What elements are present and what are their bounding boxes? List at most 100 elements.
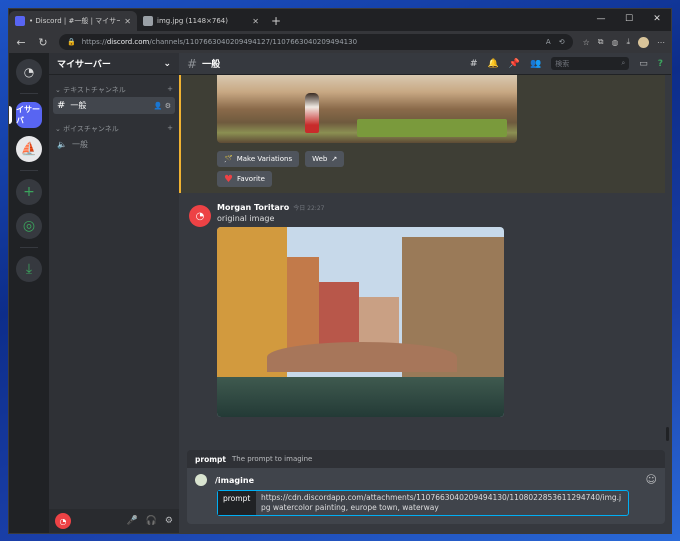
- copilot-icon[interactable]: ◍: [611, 38, 618, 47]
- tab-title: img.jpg (1148×764): [157, 17, 228, 25]
- channel-item-voice-general[interactable]: 🔈 一般: [53, 136, 175, 153]
- favorites-icon[interactable]: ☆: [583, 38, 590, 47]
- button-label: Make Variations: [236, 155, 293, 163]
- server-separator: [20, 93, 38, 94]
- server-separator: [20, 247, 38, 248]
- make-variations-button[interactable]: 🪄 Make Variations: [217, 151, 300, 167]
- add-channel-icon[interactable]: +: [167, 124, 173, 134]
- server-separator: [20, 170, 38, 171]
- external-link-icon: ↗: [331, 155, 338, 163]
- channel-item-general[interactable]: # 一般 👤 ⚙: [53, 97, 175, 114]
- back-icon[interactable]: ←: [15, 36, 27, 49]
- member-list-icon[interactable]: 👥: [530, 59, 541, 69]
- new-tab-button[interactable]: +: [265, 14, 287, 31]
- prompt-option-field[interactable]: prompt https://cdn.discordapp.com/attach…: [217, 490, 629, 516]
- tab-image[interactable]: img.jpg (1148×764) ✕: [137, 11, 265, 31]
- magic-wand-icon: 🪄: [224, 155, 233, 163]
- settings-gear-icon[interactable]: ⚙: [165, 102, 171, 110]
- more-icon[interactable]: ⋯: [657, 38, 665, 47]
- profile-avatar[interactable]: [638, 36, 649, 48]
- button-label: Favorite: [236, 175, 265, 183]
- message-text: original image: [217, 214, 275, 223]
- selected-pill: [9, 106, 12, 124]
- hash-icon: #: [57, 100, 66, 111]
- channel-sidebar: マイサーバー ⌄ ⌄ テキストチャンネル + # 一般 👤 ⚙ ⌄ ボイスチャン…: [49, 53, 179, 533]
- extension-icon[interactable]: ⟲: [559, 38, 565, 46]
- pin-icon[interactable]: 📌: [509, 59, 520, 69]
- chevron-icon: ⌄: [55, 86, 61, 94]
- prompt-hint-label: prompt: [195, 454, 226, 464]
- web-link-button[interactable]: Web ↗: [305, 151, 345, 167]
- add-channel-icon[interactable]: +: [167, 85, 173, 95]
- button-label: Web: [312, 155, 328, 163]
- add-server-icon[interactable]: +: [16, 179, 42, 205]
- image-detail: [305, 93, 319, 133]
- emoji-icon[interactable]: ☺: [646, 473, 657, 486]
- inbox-icon[interactable]: ▭: [639, 59, 648, 69]
- message-item: ◔ Morgan Toritaro 今日 22:27 original imag…: [189, 203, 661, 417]
- threads-icon[interactable]: #: [470, 59, 478, 69]
- image-detail: [217, 377, 504, 417]
- image-detail: [267, 342, 457, 372]
- close-tab-icon[interactable]: ✕: [124, 17, 131, 26]
- heart-icon: ♥: [224, 173, 233, 185]
- message-list: 🪄 Make Variations Web ↗ ♥ Favorite ◔ Mor: [179, 75, 671, 533]
- chevron-icon: ⌄: [55, 125, 61, 133]
- bot-avatar: [195, 474, 207, 486]
- channel-title: 一般: [202, 60, 221, 70]
- discord-home-icon[interactable]: ◔: [16, 59, 42, 85]
- close-window-icon[interactable]: ✕: [643, 9, 671, 31]
- image-favicon-icon: [143, 16, 153, 26]
- notification-bell-icon[interactable]: 🔔: [488, 59, 499, 69]
- minimize-icon[interactable]: —: [587, 9, 615, 31]
- search-placeholder: 検索: [555, 59, 570, 68]
- channel-actions: 👤 ⚙: [154, 102, 171, 110]
- collections-icon[interactable]: ⧉: [598, 37, 604, 47]
- discord-app: ◔ イサーバ ⛵ + ◎ ⤓ マイサーバー ⌄ ⌄ テキストチャンネル + # …: [9, 53, 671, 533]
- browser-window: • Discord | #一般 | マイサーバー ✕ img.jpg (1148…: [8, 8, 672, 534]
- download-apps-icon[interactable]: ⤓: [16, 256, 42, 282]
- mute-icon[interactable]: 🎤: [126, 516, 137, 526]
- generated-image-attachment[interactable]: [217, 75, 517, 143]
- text-category[interactable]: ⌄ テキストチャンネル +: [49, 75, 179, 97]
- tab-title: • Discord | #一般 | マイサーバー: [29, 17, 120, 25]
- user-settings-gear-icon[interactable]: ⚙: [165, 516, 173, 526]
- help-icon[interactable]: ?: [658, 59, 663, 69]
- midjourney-server-icon[interactable]: ⛵: [16, 136, 42, 162]
- search-input[interactable]: 検索 ⌕: [551, 57, 630, 70]
- tab-discord[interactable]: • Discord | #一般 | マイサーバー ✕: [9, 11, 137, 31]
- slash-command: /imagine: [195, 474, 254, 486]
- user-panel: ◔ 🎤 🎧 ⚙: [49, 509, 179, 533]
- read-aloud-icon[interactable]: A: [546, 38, 551, 46]
- message-timestamp: 今日 22:27: [293, 205, 325, 212]
- user-controls: 🎤 🎧 ⚙: [126, 516, 173, 526]
- author-avatar[interactable]: ◔: [189, 205, 211, 227]
- option-value-input[interactable]: https://cdn.discordapp.com/attachments/1…: [256, 491, 628, 515]
- lock-icon: 🔒: [67, 38, 76, 46]
- header-icons: # 🔔 📌 👥 検索 ⌕ ▭ ?: [470, 57, 663, 70]
- server-icon[interactable]: イサーバ: [9, 102, 42, 128]
- category-label: テキストチャンネル: [63, 86, 126, 94]
- venice-image-attachment[interactable]: [217, 227, 504, 417]
- close-tab-icon[interactable]: ✕: [252, 17, 259, 26]
- scrollbar[interactable]: [666, 427, 669, 441]
- voice-category[interactable]: ⌄ ボイスチャンネル +: [49, 114, 179, 136]
- message-composer[interactable]: /imagine ☺ prompt https://cdn.discordapp…: [187, 468, 665, 524]
- invite-icon[interactable]: 👤: [154, 102, 163, 110]
- prompt-hint-text: The prompt to imagine: [232, 455, 313, 463]
- channel-label: 一般: [70, 101, 87, 110]
- search-icon: ⌕: [621, 59, 626, 67]
- toolbar-icons: ☆ ⧉ ◍ ⤓ ⋯: [583, 36, 665, 48]
- headphones-icon[interactable]: 🎧: [146, 516, 157, 526]
- server-header[interactable]: マイサーバー ⌄: [49, 53, 179, 75]
- user-avatar[interactable]: ◔: [55, 513, 71, 529]
- reload-icon[interactable]: ↻: [37, 36, 49, 49]
- download-icon[interactable]: ⤓: [626, 37, 630, 47]
- url-actions: A ⟲: [546, 38, 565, 46]
- chat-main: # 一般 # 🔔 📌 👥 検索 ⌕ ▭ ? 🪄 Make Variations …: [179, 53, 671, 533]
- author-name[interactable]: Morgan Toritaro: [217, 203, 289, 212]
- favorite-button[interactable]: ♥ Favorite: [217, 171, 272, 187]
- url-input[interactable]: 🔒 https://discord.com/channels/110766304…: [59, 34, 573, 50]
- explore-servers-icon[interactable]: ◎: [16, 213, 42, 239]
- maximize-icon[interactable]: ☐: [615, 9, 643, 31]
